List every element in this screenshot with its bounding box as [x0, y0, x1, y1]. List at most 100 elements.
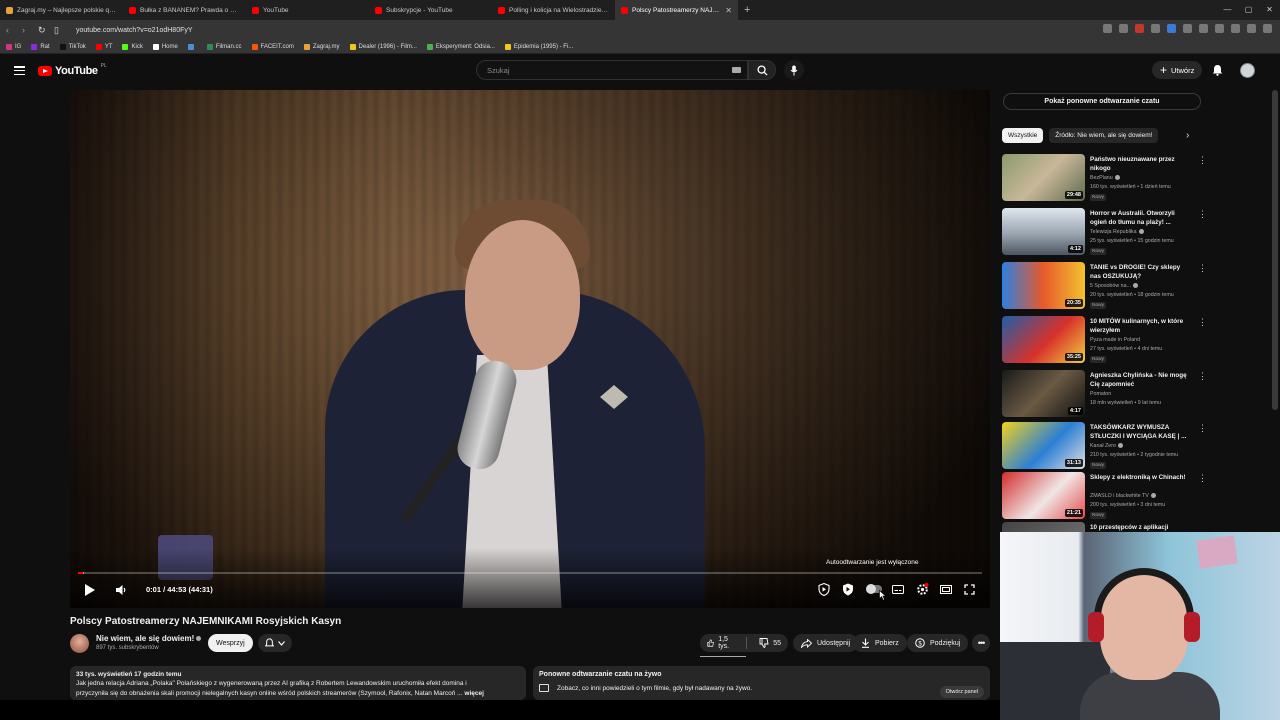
account-avatar[interactable]	[1240, 63, 1255, 78]
progress-bar[interactable]	[78, 572, 982, 574]
extension-icon[interactable]	[1231, 24, 1240, 33]
youtube-logo[interactable]: YouTube PL	[38, 63, 107, 77]
download-button[interactable]: Pobierz	[853, 634, 907, 652]
bookmark-item[interactable]: Kick	[122, 43, 143, 50]
more-vertical-icon[interactable]: ⋮	[1198, 210, 1207, 219]
extension-icon[interactable]	[1247, 24, 1256, 33]
description-box[interactable]: 33 tys. wyświetleń 17 godzin temu Jak je…	[70, 666, 526, 700]
bookmark-item[interactable]: Eksperyment: Odsia...	[426, 43, 495, 50]
search-button[interactable]	[748, 60, 776, 80]
bookmark-item[interactable]: FACEIT.com	[251, 43, 294, 50]
recommended-video-title[interactable]: Sklepy z elektroniką w Chinach!	[1090, 473, 1190, 482]
voice-search-button[interactable]	[784, 60, 804, 80]
minimize-button[interactable]: —	[1217, 0, 1238, 20]
download-icon[interactable]	[1215, 24, 1224, 33]
browser-tab[interactable]: Polling i kolicja na Wielostradzie #2!	[492, 0, 615, 20]
close-window-button[interactable]: ✕	[1259, 0, 1280, 20]
recommended-video[interactable]: 4:12 Horror w Australii. Otworzyli ogień …	[1002, 208, 1207, 258]
more-vertical-icon[interactable]: ⋮	[1198, 264, 1207, 273]
recommended-video[interactable]: 29:48 Państwo nieuznawane przez nikogo Bez…	[1002, 154, 1207, 204]
chevron-right-icon[interactable]: ›	[1186, 130, 1189, 141]
open-panel-button[interactable]: Otwórz panel	[939, 686, 984, 698]
channel-name[interactable]: Nie wiem, ale się dowiem!	[96, 634, 202, 643]
forward-icon[interactable]: ›	[22, 25, 30, 35]
more-vertical-icon[interactable]: ⋮	[1198, 318, 1207, 327]
subtitles-button[interactable]	[892, 585, 904, 594]
video-thumbnail[interactable]: 20:35	[1002, 262, 1085, 309]
video-thumbnail[interactable]: 4:17	[1002, 370, 1085, 417]
browser-tab[interactable]: Subskrypcje - YouTube	[369, 0, 492, 20]
video-thumbnail[interactable]	[1002, 522, 1085, 532]
menu-icon[interactable]	[14, 66, 25, 76]
extension-icon[interactable]	[1135, 24, 1144, 33]
recommended-video-title[interactable]: Agnieszka Chylińska - Nie mogę Cię zapom…	[1090, 371, 1190, 389]
keyboard-icon[interactable]	[732, 67, 741, 73]
menu-icon[interactable]	[1263, 24, 1272, 33]
extension-icon[interactable]	[1199, 24, 1208, 33]
filter-chip[interactable]: Źródło: Nie wiem, ale się dowiem!	[1049, 128, 1159, 143]
bookmark-item[interactable]: Home	[152, 43, 178, 50]
recommended-channel[interactable]: BezPlanu	[1090, 175, 1120, 181]
recommended-channel[interactable]: Pyza made in Poland	[1090, 337, 1140, 343]
recommended-video[interactable]: 4:17 Agnieszka Chylińska - Nie mogę Cię z…	[1002, 370, 1207, 420]
support-button[interactable]: Wesprzyj	[208, 634, 253, 652]
recommended-video[interactable]: 35:25 10 MITÓW kulinarnych, w które wierz…	[1002, 316, 1207, 366]
page-scrollbar[interactable]	[1272, 90, 1278, 410]
bookmark-item[interactable]: TikTok	[59, 43, 86, 50]
recommended-video-title[interactable]: TANIE vs DROGIE! Czy sklepy nas OSZUKUJĄ…	[1090, 263, 1190, 281]
recommended-video[interactable]: 31:13 TAKSÓWKARZ WYMUSZA STŁUCZKI I WYCIĄ…	[1002, 422, 1207, 472]
bookmark-item[interactable]: IG	[6, 43, 21, 50]
bookmark-item[interactable]: Epidemia (1995) - Fi...	[504, 43, 573, 50]
url-field[interactable]: youtube.com/watch?v=o21odH80FyY	[76, 27, 193, 34]
play-button[interactable]	[84, 583, 96, 597]
recommended-video-title[interactable]: TAKSÓWKARZ WYMUSZA STŁUCZKI I WYCIĄGA KA…	[1090, 423, 1190, 441]
volume-button[interactable]	[116, 585, 127, 595]
browser-tab[interactable]: Zagraj.my – Najlepsze polskie quizy	[0, 0, 123, 20]
more-vertical-icon[interactable]: ⋮	[1198, 156, 1207, 165]
notifications-bell-icon[interactable]	[1212, 64, 1223, 76]
video-thumbnail[interactable]: 4:12	[1002, 208, 1085, 255]
video-thumbnail[interactable]: 21:21	[1002, 472, 1085, 519]
create-button[interactable]: + Utwórz	[1152, 61, 1203, 79]
video-thumbnail[interactable]: 35:25	[1002, 316, 1085, 363]
video-thumbnail[interactable]: 31:13	[1002, 422, 1085, 469]
show-more-link[interactable]: więcej	[464, 690, 484, 697]
video-player[interactable]: Autoodtwarzanie jest wyłączone 0:01 / 44…	[70, 90, 990, 608]
channel-avatar[interactable]	[70, 634, 89, 653]
recommended-video[interactable]: 21:21 Sklepy z elektroniką w Chinach! ZMAS…	[1002, 472, 1207, 522]
more-vertical-icon[interactable]: ⋮	[1198, 372, 1207, 381]
back-icon[interactable]: ‹	[6, 25, 14, 35]
extension-icon[interactable]	[1119, 24, 1128, 33]
recommended-channel[interactable]: 5 Sposobów na...	[1090, 283, 1138, 289]
recommended-video[interactable]: 10 przestępców z aplikacji ⋮	[1002, 522, 1202, 532]
bookmark-item[interactable]: Rat	[31, 43, 50, 50]
recommended-channel[interactable]: Telewizja Republika	[1090, 229, 1144, 235]
miniplayer-button[interactable]	[940, 585, 952, 594]
subscription-bell-button[interactable]	[258, 634, 292, 652]
share-button[interactable]: Udostępnij	[793, 634, 859, 652]
search-input[interactable]: Szukaj	[476, 60, 748, 80]
maximize-button[interactable]: ▢	[1238, 0, 1259, 20]
recommended-channel[interactable]: Kanał Zero	[1090, 443, 1123, 449]
thanks-button[interactable]: $ Podziękuj	[907, 634, 969, 652]
extension-icon[interactable]	[1151, 24, 1160, 33]
close-tab-icon[interactable]: ✕	[725, 6, 732, 15]
extension-player-button[interactable]	[842, 583, 854, 596]
more-vertical-icon[interactable]: ⋮	[1198, 474, 1207, 483]
like-button[interactable]: 1,5 tys.	[700, 634, 741, 652]
recommended-video[interactable]: 20:35 TANIE vs DROGIE! Czy sklepy nas OSZ…	[1002, 262, 1207, 312]
bookmark-item[interactable]: Dealer (1996) - Film...	[349, 43, 417, 50]
recommended-video-title[interactable]: 10 MITÓW kulinarnych, w które wierzyłem	[1090, 317, 1190, 335]
recommended-channel[interactable]: ZMASLO i blackwhite TV	[1090, 493, 1156, 499]
show-chat-replay-button[interactable]: Pokaż ponowne odtwarzanie czatu	[1003, 93, 1201, 110]
sponsorblock-button[interactable]	[818, 583, 830, 596]
recommended-channel[interactable]: Pomaton	[1090, 391, 1111, 397]
more-vertical-icon[interactable]: ⋮	[1198, 524, 1202, 533]
more-actions-button[interactable]: •••	[972, 634, 990, 652]
browser-tab[interactable]: Polscy Patostreamerzy NAJEMNI ✕	[615, 0, 738, 20]
new-tab-button[interactable]: +	[738, 4, 756, 16]
recommended-video-title[interactable]: 10 przestępców z aplikacji	[1090, 523, 1190, 532]
more-vertical-icon[interactable]: ⋮	[1198, 424, 1207, 433]
browser-tab[interactable]: YouTube	[246, 0, 369, 20]
recommended-video-title[interactable]: Horror w Australii. Otworzyli ogień do t…	[1090, 209, 1190, 227]
